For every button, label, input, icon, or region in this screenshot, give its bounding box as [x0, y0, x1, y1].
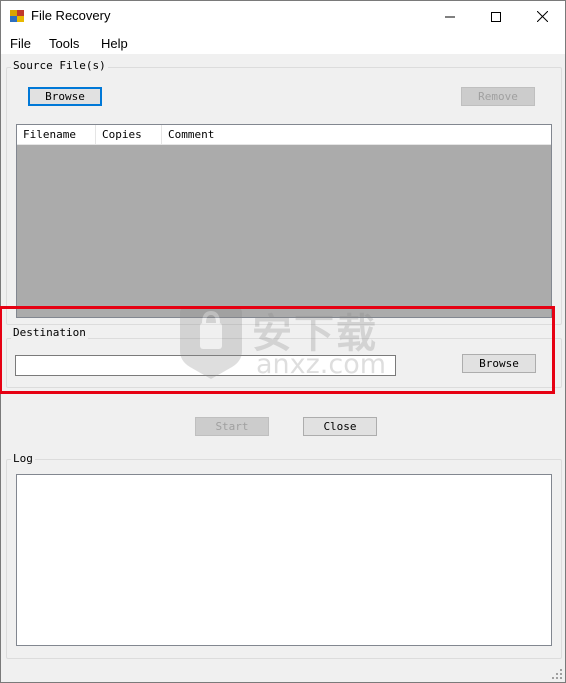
- window-title: File Recovery: [31, 8, 111, 23]
- source-browse-button[interactable]: Browse: [28, 87, 102, 106]
- minimize-button[interactable]: [427, 1, 473, 32]
- close-button[interactable]: Close: [303, 417, 377, 436]
- highlight-rectangle: [0, 306, 555, 394]
- maximize-button[interactable]: [473, 1, 519, 32]
- menu-file[interactable]: File: [10, 36, 31, 51]
- maximize-icon: [491, 11, 501, 22]
- menu-tools[interactable]: Tools: [49, 36, 79, 51]
- source-file-list[interactable]: Filename Copies Comment: [16, 124, 552, 318]
- remove-button[interactable]: Remove: [461, 87, 535, 106]
- log-label: Log: [11, 452, 35, 465]
- column-comment[interactable]: Comment: [162, 125, 551, 144]
- list-header: Filename Copies Comment: [17, 125, 551, 145]
- log-textbox[interactable]: [16, 474, 552, 646]
- resize-grip-icon[interactable]: [552, 669, 562, 679]
- file-recovery-window: File Recovery File Tools Help Source Fil…: [0, 0, 566, 683]
- start-button[interactable]: Start: [195, 417, 269, 436]
- column-copies[interactable]: Copies: [96, 125, 162, 144]
- menu-help[interactable]: Help: [101, 36, 128, 51]
- column-filename[interactable]: Filename: [17, 125, 96, 144]
- title-bar[interactable]: File Recovery: [1, 1, 565, 32]
- source-files-label: Source File(s): [11, 59, 108, 72]
- minimize-icon: [445, 16, 455, 17]
- close-window-button[interactable]: [519, 1, 565, 32]
- menu-bar: File Tools Help: [1, 32, 565, 54]
- app-icon: [10, 10, 24, 22]
- close-icon: [536, 11, 548, 22]
